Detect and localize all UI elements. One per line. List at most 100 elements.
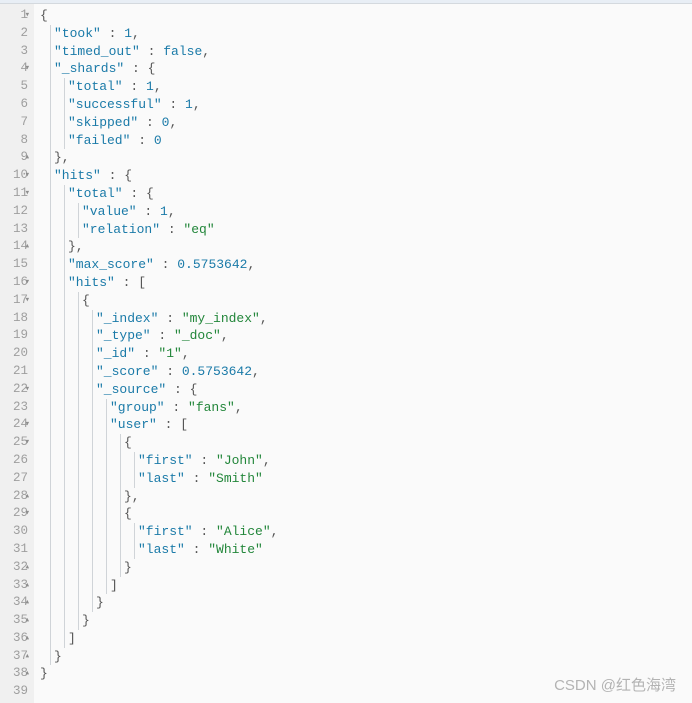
indent-guide xyxy=(106,541,107,559)
fold-close-icon[interactable]: ▴ xyxy=(25,488,30,506)
indent-guide xyxy=(120,541,121,559)
code-line-text: "skipped" : 0, xyxy=(40,115,177,130)
fold-open-icon[interactable]: ▾ xyxy=(25,167,30,185)
indent-guide xyxy=(50,256,51,274)
line-number: 30 xyxy=(0,523,28,541)
indent-guide xyxy=(92,399,93,417)
indent-guide xyxy=(106,488,107,506)
token-p: , xyxy=(132,26,140,41)
indent-guide xyxy=(106,434,107,452)
code-line-text: "_type" : "_doc", xyxy=(40,328,229,343)
indent-guide xyxy=(64,612,65,630)
indent-guide xyxy=(50,132,51,150)
indent-guide xyxy=(50,416,51,434)
indent-guide xyxy=(50,96,51,114)
code-line: "value" : 1, xyxy=(40,203,692,221)
token-p: : xyxy=(165,400,188,415)
indent-guide xyxy=(50,185,51,203)
indent-guide xyxy=(64,434,65,452)
fold-open-icon[interactable]: ▾ xyxy=(25,274,30,292)
indent-guide xyxy=(50,399,51,417)
indent-guide xyxy=(78,559,79,577)
indent-guide xyxy=(50,363,51,381)
token-p: : [ xyxy=(157,417,188,432)
token-s: "Smith" xyxy=(208,471,263,486)
code-line: { xyxy=(40,434,692,452)
indent-guide xyxy=(92,577,93,595)
indent-guide xyxy=(78,292,79,310)
code-line-text: }, xyxy=(40,239,84,254)
indent-guide xyxy=(92,416,93,434)
indent-guide xyxy=(64,256,65,274)
indent-guide xyxy=(92,310,93,328)
code-line xyxy=(40,683,692,701)
fold-open-icon[interactable]: ▾ xyxy=(25,60,30,78)
code-line: }, xyxy=(40,238,692,256)
code-line: } xyxy=(40,559,692,577)
fold-open-icon[interactable]: ▾ xyxy=(25,416,30,434)
line-number: 35▴ xyxy=(0,612,28,630)
code-line-text: "_index" : "my_index", xyxy=(40,311,268,326)
indent-guide xyxy=(50,274,51,292)
fold-open-icon[interactable]: ▾ xyxy=(25,185,30,203)
indent-guide xyxy=(134,470,135,488)
indent-guide xyxy=(50,310,51,328)
indent-guide xyxy=(64,238,65,256)
code-line: }, xyxy=(40,488,692,506)
line-number: 14▴ xyxy=(0,238,28,256)
code-line: "max_score" : 0.5753642, xyxy=(40,256,692,274)
indent-guide xyxy=(106,452,107,470)
token-p: ] xyxy=(68,631,76,646)
indent-guide xyxy=(134,541,135,559)
fold-close-icon[interactable]: ▴ xyxy=(25,630,30,648)
indent-guide xyxy=(50,594,51,612)
token-p: } xyxy=(40,666,48,681)
fold-close-icon[interactable]: ▴ xyxy=(25,648,30,666)
token-s: "my_index" xyxy=(182,311,260,326)
indent-guide xyxy=(92,541,93,559)
fold-open-icon[interactable]: ▾ xyxy=(25,7,30,25)
indent-guide xyxy=(64,132,65,150)
indent-guide xyxy=(64,363,65,381)
token-n: 0.5753642 xyxy=(177,257,247,272)
fold-open-icon[interactable]: ▾ xyxy=(25,381,30,399)
indent-guide xyxy=(64,594,65,612)
line-number: 17▾ xyxy=(0,292,28,310)
code-line-text: "_shards" : { xyxy=(40,61,155,76)
indent-guide xyxy=(78,594,79,612)
token-p: : xyxy=(185,471,208,486)
fold-open-icon[interactable]: ▾ xyxy=(25,505,30,523)
token-p: { xyxy=(82,293,90,308)
token-p: : { xyxy=(124,61,155,76)
fold-close-icon[interactable]: ▴ xyxy=(25,594,30,612)
code-line: "took" : 1, xyxy=(40,25,692,43)
fold-close-icon[interactable]: ▴ xyxy=(25,577,30,595)
fold-close-icon[interactable]: ▴ xyxy=(25,612,30,630)
indent-guide xyxy=(92,327,93,345)
code-line: "group" : "fans", xyxy=(40,399,692,417)
fold-close-icon[interactable]: ▴ xyxy=(25,238,30,256)
indent-guide xyxy=(106,577,107,595)
token-p: : xyxy=(137,204,160,219)
indent-guide xyxy=(120,523,121,541)
fold-close-icon[interactable]: ▴ xyxy=(25,149,30,167)
indent-guide xyxy=(78,470,79,488)
indent-guide xyxy=(50,203,51,221)
line-number: 5 xyxy=(0,78,28,96)
indent-guide xyxy=(78,523,79,541)
token-k: "value" xyxy=(82,204,137,219)
fold-open-icon[interactable]: ▾ xyxy=(25,434,30,452)
token-p: , xyxy=(260,311,268,326)
code-line-text: { xyxy=(40,8,48,23)
token-s: "fans" xyxy=(188,400,235,415)
fold-close-icon[interactable]: ▴ xyxy=(25,665,30,683)
fold-open-icon[interactable]: ▾ xyxy=(25,292,30,310)
token-k: "first" xyxy=(138,453,193,468)
token-p: : xyxy=(140,44,163,59)
token-k: "_shards" xyxy=(54,61,124,76)
fold-close-icon[interactable]: ▴ xyxy=(25,559,30,577)
indent-guide xyxy=(78,363,79,381)
token-k: "took" xyxy=(54,26,101,41)
line-number: 7 xyxy=(0,114,28,132)
indent-guide xyxy=(64,541,65,559)
